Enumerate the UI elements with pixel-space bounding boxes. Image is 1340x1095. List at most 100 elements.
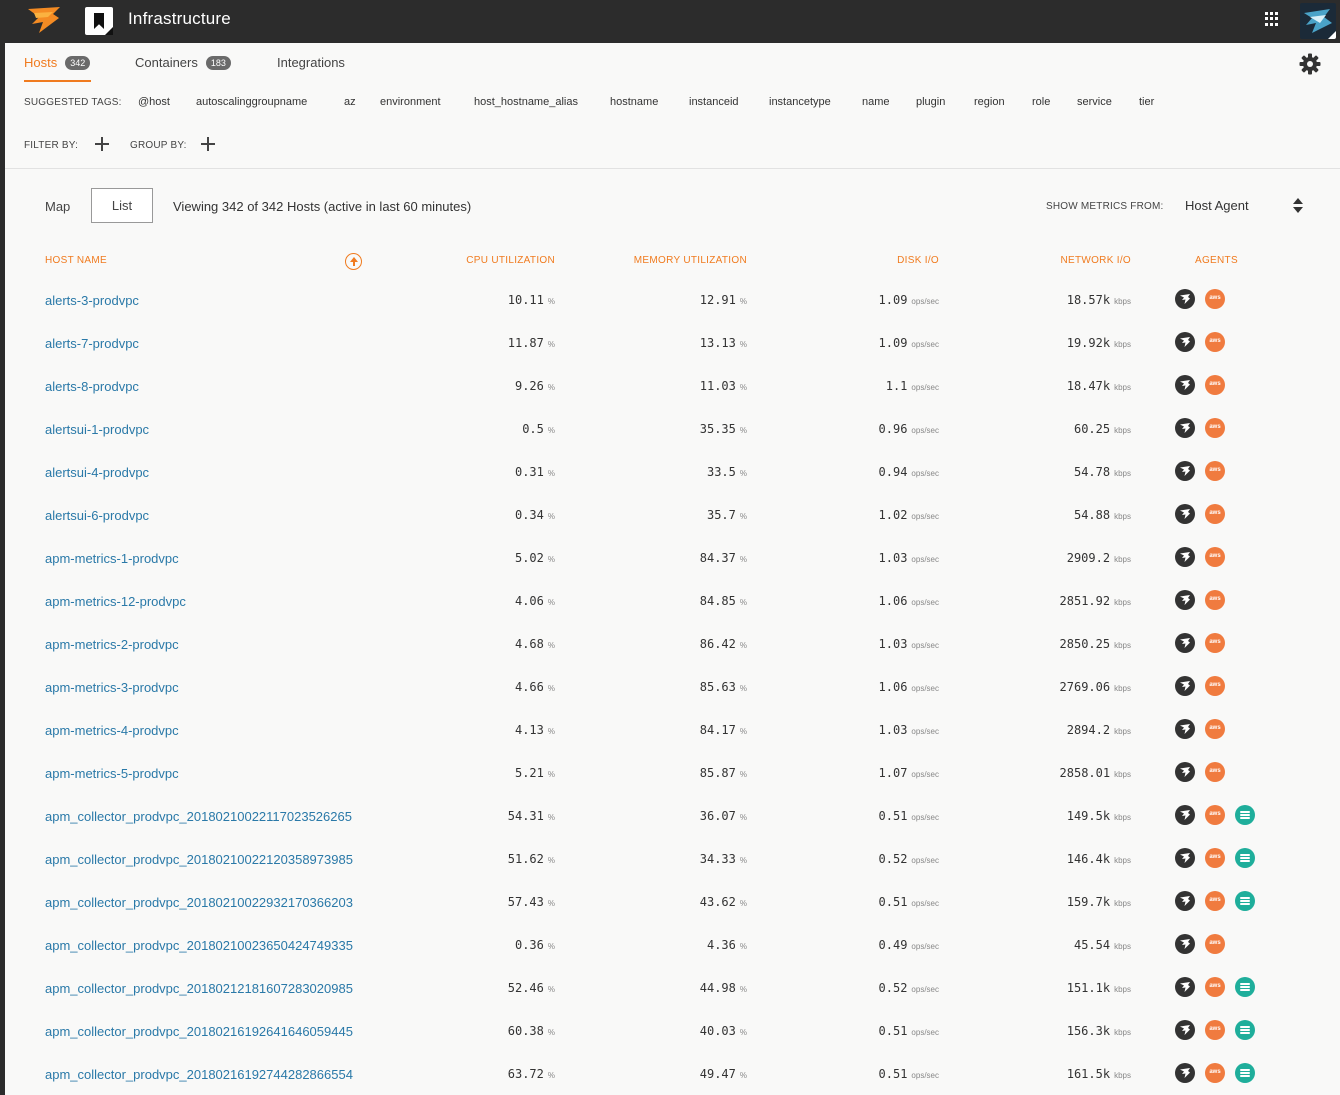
host-name-link[interactable]: apm-metrics-4-prodvpc <box>45 723 179 738</box>
table-row[interactable]: apm_collector_prodvpc_201802161927442828… <box>5 1052 1340 1095</box>
table-row[interactable]: alertsui-1-prodvpc 0.5% 35.35% 0.96 ops/sec 6… <box>5 407 1340 450</box>
host-name-link[interactable]: alertsui-1-prodvpc <box>45 422 149 437</box>
app-launcher-grid-icon[interactable] <box>1265 12 1279 26</box>
column-header-disk[interactable]: DISK I/O <box>897 255 939 266</box>
bookmark-icon[interactable] <box>85 7 113 35</box>
solarwinds-agent-icon[interactable] <box>1175 805 1195 825</box>
list-view-button[interactable]: List <box>91 188 153 223</box>
metrics-source-select[interactable]: Host Agent <box>1185 198 1249 213</box>
add-group-plus-icon[interactable] <box>200 136 216 152</box>
host-name-link[interactable]: alerts-3-prodvpc <box>45 293 139 308</box>
select-sort-arrows-icon[interactable] <box>1292 198 1304 214</box>
aws-agent-icon[interactable]: aws <box>1205 934 1225 954</box>
tab-containers[interactable]: Containers 183 <box>135 55 231 70</box>
table-row[interactable]: alertsui-4-prodvpc 0.31% 33.5% 0.94 ops/sec 5… <box>5 450 1340 493</box>
solarwinds-agent-icon[interactable] <box>1175 590 1195 610</box>
solarwinds-agent-icon[interactable] <box>1175 1063 1195 1083</box>
solarwinds-agent-icon[interactable] <box>1175 289 1195 309</box>
aws-agent-icon[interactable]: aws <box>1205 289 1225 309</box>
tab-hosts[interactable]: Hosts 342 <box>24 55 91 70</box>
table-row[interactable]: apm_collector_prodvpc_201802121816072830… <box>5 966 1340 1009</box>
solarwinds-agent-icon[interactable] <box>1175 977 1195 997</box>
column-header-memory[interactable]: MEMORY UTILIZATION <box>634 255 747 266</box>
table-row[interactable]: apm-metrics-3-prodvpc 4.66% 85.63% 1.06 ops/… <box>5 665 1340 708</box>
tag-item[interactable]: plugin <box>916 96 945 108</box>
host-name-link[interactable]: apm_collector_prodvpc_201802161926416460… <box>45 1024 353 1039</box>
solarwinds-agent-icon[interactable] <box>1175 547 1195 567</box>
solarwinds-agent-icon[interactable] <box>1175 719 1195 739</box>
host-name-link[interactable]: apm-metrics-3-prodvpc <box>45 680 179 695</box>
aws-agent-icon[interactable]: aws <box>1205 633 1225 653</box>
host-name-link[interactable]: alerts-8-prodvpc <box>45 379 139 394</box>
solarwinds-agent-icon[interactable] <box>1175 504 1195 524</box>
aws-agent-icon[interactable]: aws <box>1205 676 1225 696</box>
table-row[interactable]: apm_collector_prodvpc_201802100221203589… <box>5 837 1340 880</box>
aws-agent-icon[interactable]: aws <box>1205 418 1225 438</box>
solarwinds-agent-icon[interactable] <box>1175 1020 1195 1040</box>
integration-agent-icon[interactable] <box>1235 1063 1255 1083</box>
aws-agent-icon[interactable]: aws <box>1205 805 1225 825</box>
table-row[interactable]: apm_collector_prodvpc_201802161926416460… <box>5 1009 1340 1052</box>
tag-item[interactable]: @host <box>138 96 170 108</box>
aws-agent-icon[interactable]: aws <box>1205 547 1225 567</box>
solarwinds-agent-icon[interactable] <box>1175 418 1195 438</box>
host-name-link[interactable]: alertsui-6-prodvpc <box>45 508 149 523</box>
table-row[interactable]: alerts-3-prodvpc 10.11% 12.91% 1.09 ops/sec 1… <box>5 278 1340 321</box>
add-filter-plus-icon[interactable] <box>94 136 110 152</box>
aws-agent-icon[interactable]: aws <box>1205 1020 1225 1040</box>
table-row[interactable]: alertsui-6-prodvpc 0.34% 35.7% 1.02 ops/sec 5… <box>5 493 1340 536</box>
settings-gear-icon[interactable] <box>1299 53 1321 75</box>
column-header-network[interactable]: NETWORK I/O <box>1060 255 1131 266</box>
host-name-link[interactable]: apm-metrics-1-prodvpc <box>45 551 179 566</box>
table-row[interactable]: apm_collector_prodvpc_201802100229321703… <box>5 880 1340 923</box>
table-row[interactable]: apm_collector_prodvpc_201802100236504247… <box>5 923 1340 966</box>
host-name-link[interactable]: apm_collector_prodvpc_201802100229321703… <box>45 895 353 910</box>
host-name-link[interactable]: apm_collector_prodvpc_201802100221203589… <box>45 852 353 867</box>
tab-integrations[interactable]: Integrations <box>277 55 345 70</box>
host-name-link[interactable]: apm_collector_prodvpc_201802121816072830… <box>45 981 353 996</box>
table-row[interactable]: apm-metrics-1-prodvpc 5.02% 84.37% 1.03 ops/… <box>5 536 1340 579</box>
table-row[interactable]: alerts-8-prodvpc 9.26% 11.03% 1.1 ops/sec 18.… <box>5 364 1340 407</box>
tag-item[interactable]: service <box>1077 96 1112 108</box>
tag-item[interactable]: autoscalinggroupname <box>196 96 307 108</box>
aws-agent-icon[interactable]: aws <box>1205 848 1225 868</box>
tag-item[interactable]: host_hostname_alias <box>474 96 578 108</box>
host-name-link[interactable]: alertsui-4-prodvpc <box>45 465 149 480</box>
aws-agent-icon[interactable]: aws <box>1205 461 1225 481</box>
aws-agent-icon[interactable]: aws <box>1205 590 1225 610</box>
solarwinds-agent-icon[interactable] <box>1175 848 1195 868</box>
aws-agent-icon[interactable]: aws <box>1205 504 1225 524</box>
solarwinds-agent-icon[interactable] <box>1175 461 1195 481</box>
column-header-host-name[interactable]: HOST NAME <box>45 255 107 266</box>
aws-agent-icon[interactable]: aws <box>1205 891 1225 911</box>
user-avatar[interactable] <box>1300 3 1336 39</box>
sort-ascending-icon[interactable] <box>345 253 362 270</box>
host-name-link[interactable]: apm_collector_prodvpc_201802100236504247… <box>45 938 353 953</box>
tag-item[interactable]: hostname <box>610 96 658 108</box>
solarwinds-agent-icon[interactable] <box>1175 633 1195 653</box>
solarwinds-logo-icon[interactable] <box>26 5 62 35</box>
solarwinds-agent-icon[interactable] <box>1175 332 1195 352</box>
integration-agent-icon[interactable] <box>1235 1020 1255 1040</box>
integration-agent-icon[interactable] <box>1235 805 1255 825</box>
tag-item[interactable]: az <box>344 96 356 108</box>
table-row[interactable]: apm-metrics-12-prodvpc 4.06% 84.85% 1.06 ops… <box>5 579 1340 622</box>
tag-item[interactable]: instanceid <box>689 96 739 108</box>
host-name-link[interactable]: apm-metrics-2-prodvpc <box>45 637 179 652</box>
aws-agent-icon[interactable]: aws <box>1205 977 1225 997</box>
tag-item[interactable]: tier <box>1139 96 1154 108</box>
table-row[interactable]: apm-metrics-2-prodvpc 4.68% 86.42% 1.03 ops/… <box>5 622 1340 665</box>
tag-item[interactable]: instancetype <box>769 96 831 108</box>
solarwinds-agent-icon[interactable] <box>1175 934 1195 954</box>
integration-agent-icon[interactable] <box>1235 848 1255 868</box>
aws-agent-icon[interactable]: aws <box>1205 762 1225 782</box>
table-row[interactable]: apm_collector_prodvpc_201802100221170235… <box>5 794 1340 837</box>
integration-agent-icon[interactable] <box>1235 977 1255 997</box>
column-header-cpu[interactable]: CPU UTILIZATION <box>466 255 555 266</box>
solarwinds-agent-icon[interactable] <box>1175 762 1195 782</box>
solarwinds-agent-icon[interactable] <box>1175 375 1195 395</box>
tag-item[interactable]: environment <box>380 96 441 108</box>
aws-agent-icon[interactable]: aws <box>1205 332 1225 352</box>
table-row[interactable]: apm-metrics-4-prodvpc 4.13% 84.17% 1.03 ops/… <box>5 708 1340 751</box>
host-name-link[interactable]: apm_collector_prodvpc_201802161927442828… <box>45 1067 353 1082</box>
